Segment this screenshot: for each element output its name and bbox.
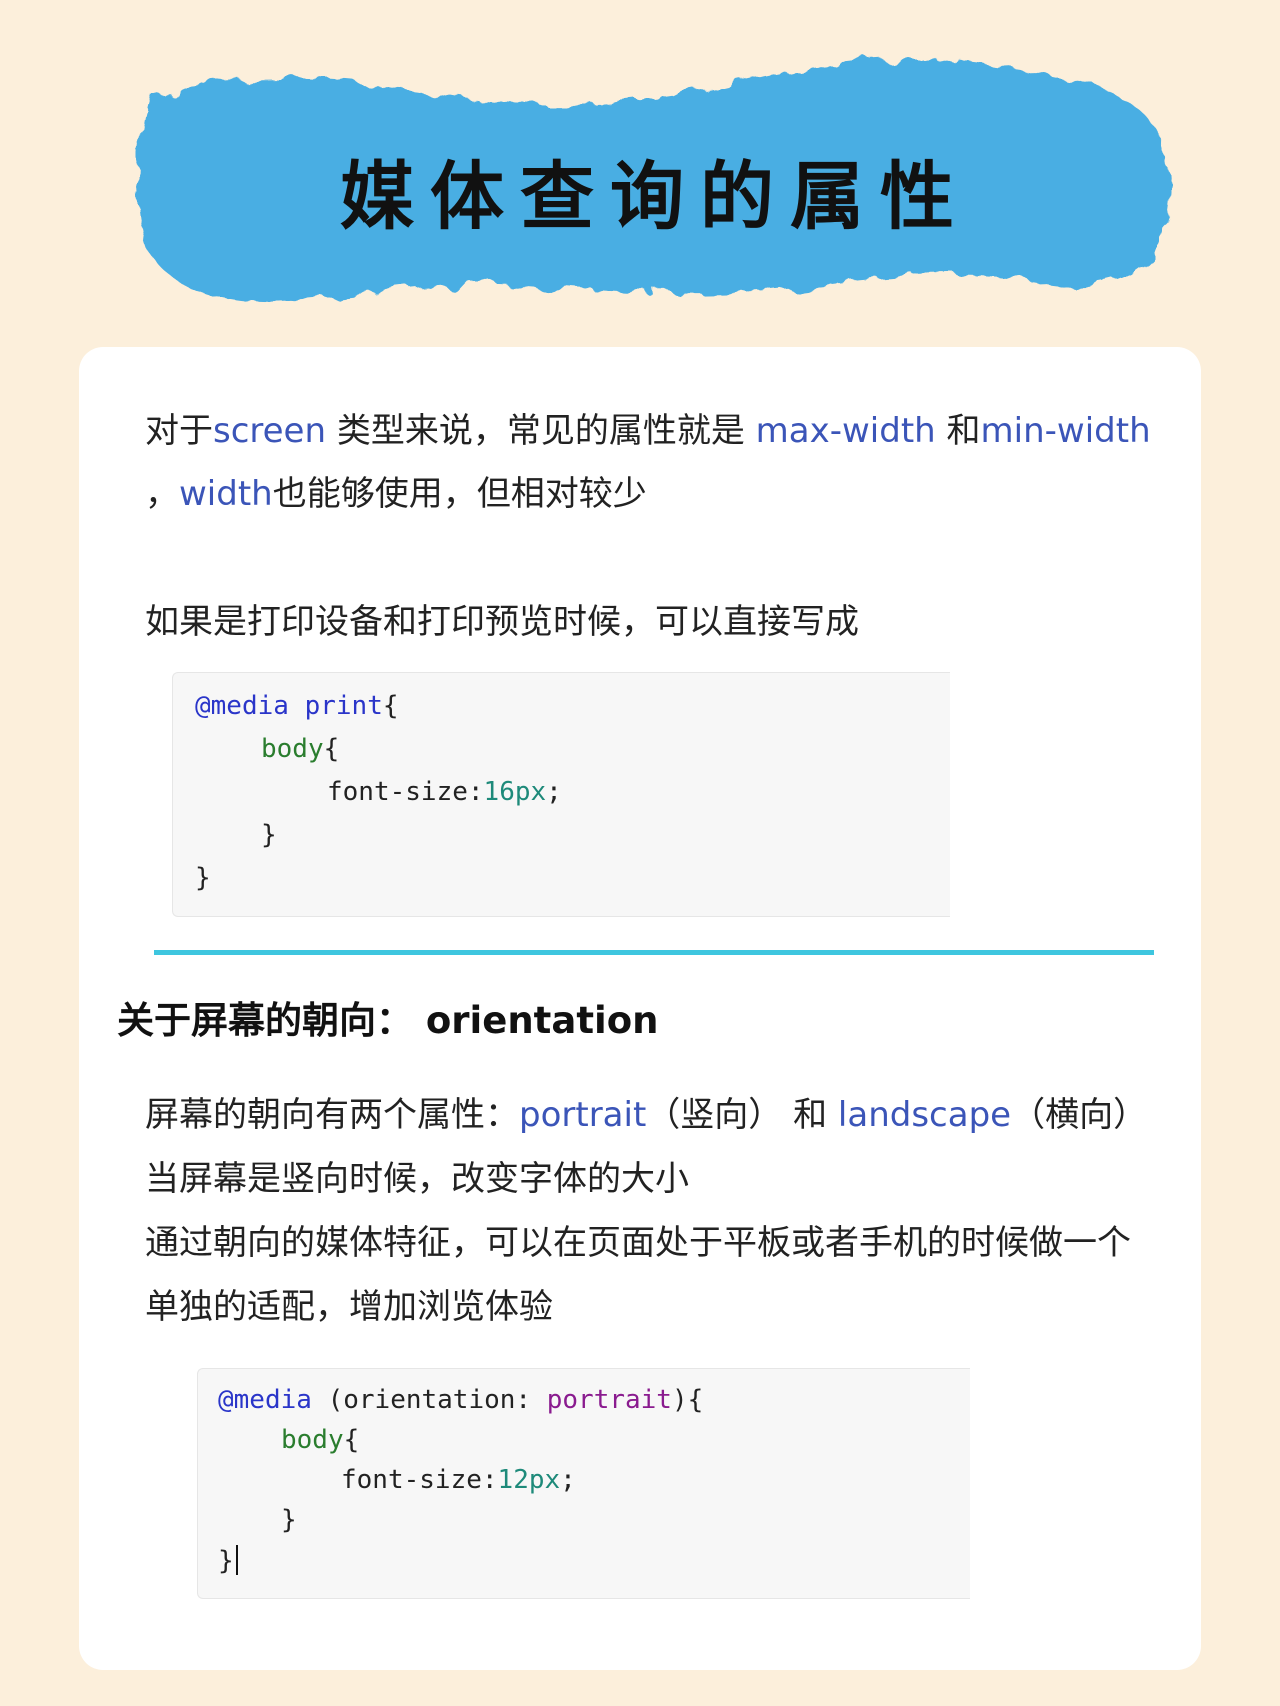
code-line: @media print{ (195, 691, 399, 721)
width-note-line: ，width也能够使用，但相对较少 (145, 462, 647, 526)
code-token: font-size: (341, 1465, 498, 1495)
code-token: body (281, 1425, 344, 1455)
code-token: print (304, 691, 383, 721)
code-line: font-size:12px; (341, 1465, 576, 1495)
text-segment: 对于 (145, 411, 213, 451)
code-token: (orientation: (311, 1385, 547, 1415)
code-token: 16px (483, 777, 547, 807)
code-line: } (261, 820, 277, 850)
code-line: } (195, 863, 211, 893)
section-divider (154, 950, 1154, 955)
code-token: body (261, 734, 324, 764)
title-banner: 媒体查询的属性 (130, 40, 1180, 330)
text-segment: 屏幕的朝向有两个属性： (145, 1095, 519, 1135)
code-token: { (343, 1425, 360, 1455)
keyword-min-width: min-width (980, 411, 1151, 451)
screen-properties-line: 对于screen 类型来说，常见的属性就是 max-width 和min-wid… (145, 399, 1151, 463)
keyword-max-width: max-width (755, 411, 936, 451)
text-segment: 类型来说，常见的属性就是 (326, 411, 756, 451)
orientation-props-line: 屏幕的朝向有两个属性：portrait（竖向） 和 landscape（横向） (145, 1083, 1147, 1147)
text-segment: 和 (935, 411, 981, 451)
orientation-desc-line: 单独的适配，增加浏览体验 (145, 1287, 553, 1327)
code-line: font-size:16px; (327, 777, 562, 807)
text-segment: （横向） (1011, 1095, 1148, 1135)
code-token: font-size: (327, 777, 484, 807)
keyword-landscape: landscape (837, 1095, 1012, 1135)
keyword-portrait: portrait (519, 1095, 647, 1135)
code-line: @media (orientation: portrait){ (218, 1385, 703, 1415)
code-line: } (218, 1545, 238, 1576)
keyword-width: width (179, 474, 273, 514)
code-block-print: @media print{ body{ font-size:16px; } } (172, 672, 950, 917)
text-cursor (235, 1545, 238, 1575)
code-token: @media (218, 1385, 312, 1415)
code-line: body{ (281, 1425, 359, 1455)
code-token: ; (560, 1465, 576, 1495)
code-token: } (218, 1546, 234, 1576)
code-token: ){ (671, 1385, 704, 1415)
text-segment: （竖向） 和 (646, 1095, 838, 1135)
text-segment: ， (145, 474, 179, 514)
text-segment: 也能够使用，但相对较少 (272, 474, 647, 514)
code-token: 12px (497, 1465, 561, 1495)
code-token: @media (195, 691, 289, 721)
code-token: { (323, 734, 340, 764)
code-token: { (382, 691, 399, 721)
code-token: portrait (546, 1385, 672, 1415)
code-line: body{ (261, 734, 339, 764)
orientation-desc-line: 通过朝向的媒体特征，可以在页面处于平板或者手机的时候做一个 (145, 1223, 1131, 1263)
code-token: ; (546, 777, 562, 807)
page-title: 媒体查询的属性 (340, 153, 970, 240)
code-line: } (281, 1505, 297, 1535)
orientation-desc-line: 当屏幕是竖向时候，改变字体的大小 (145, 1159, 689, 1199)
keyword-screen: screen (213, 411, 327, 451)
orientation-heading: 关于屏幕的朝向： orientation (117, 999, 659, 1042)
print-note-line: 如果是打印设备和打印预览时候，可以直接写成 (145, 602, 859, 642)
code-block-orientation: @media (orientation: portrait){ body{ fo… (197, 1368, 970, 1599)
